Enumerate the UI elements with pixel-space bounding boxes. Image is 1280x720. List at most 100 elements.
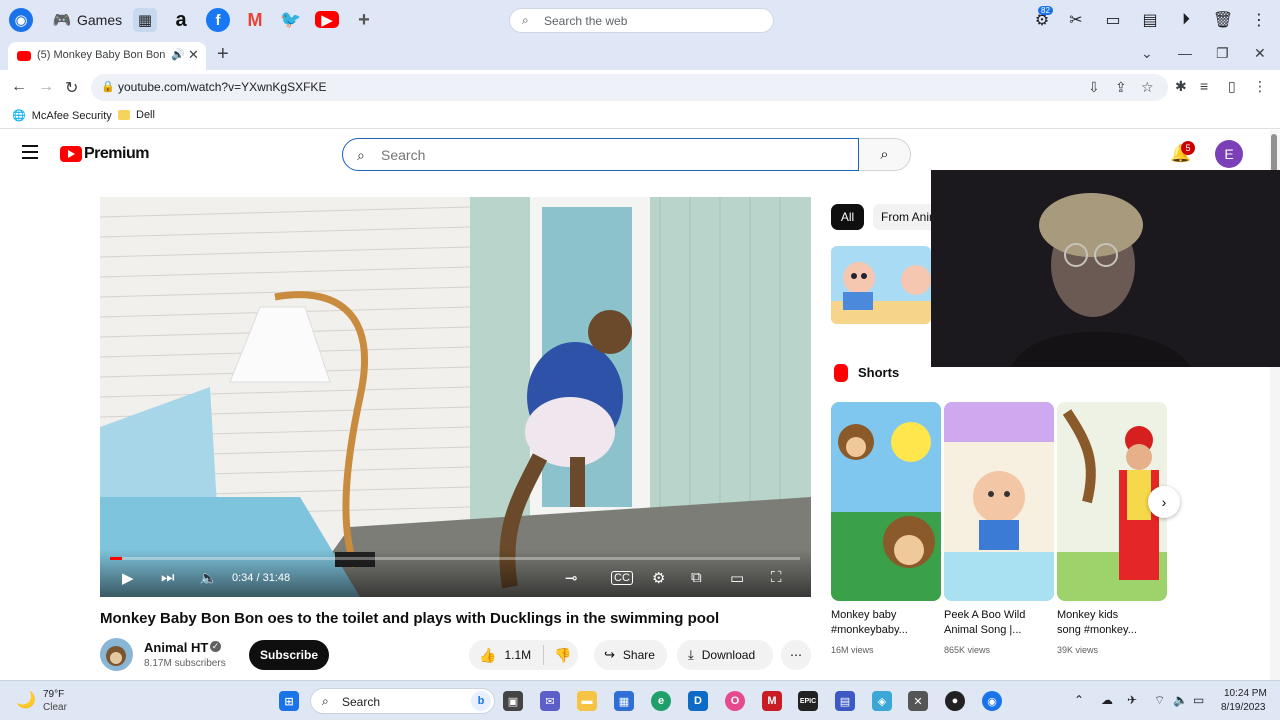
volume-icon[interactable]: 🔈 <box>199 569 218 587</box>
channel-avatar[interactable] <box>100 638 133 671</box>
subscribe-button[interactable]: Subscribe <box>249 640 329 670</box>
short-thumbnail-1[interactable] <box>831 402 941 601</box>
url-text[interactable]: youtube.com/watch?v=YXwnKgSXFKE <box>118 80 326 94</box>
like-count[interactable]: 1.1M <box>504 648 531 662</box>
short-title-1[interactable]: Monkey baby #monkeybaby... <box>831 608 941 638</box>
youtube-logo[interactable]: Premium <box>60 145 149 163</box>
add-shortcut-icon[interactable]: + <box>352 8 376 32</box>
clock-date[interactable]: 8/19/2023 <box>1221 702 1266 713</box>
like-icon[interactable]: 👍 <box>479 647 496 664</box>
active-app-icon[interactable]: ◉ <box>982 691 1002 711</box>
camera-icon[interactable]: ▭ <box>1102 9 1124 31</box>
side-panel-icon[interactable]: ▯ <box>1228 78 1236 95</box>
trash-icon[interactable]: 🗑 <box>1212 9 1234 31</box>
bookmark-mcafee[interactable]: 🌐 McAfee Security <box>12 109 112 123</box>
taskbar-search[interactable]: ⌕ Search <box>310 688 495 714</box>
lock-icon[interactable]: 🔒 <box>101 80 115 93</box>
epic-games-icon[interactable]: EPIC <box>798 691 818 711</box>
bookmark-dell[interactable]: Dell <box>118 109 155 121</box>
recommended-thumbnail[interactable] <box>831 246 931 324</box>
onedrive-cloud-icon[interactable]: ☁ <box>1101 693 1113 707</box>
mcafee-icon[interactable]: M <box>762 691 782 711</box>
media-control-icon[interactable]: ≡ <box>1200 78 1208 94</box>
facebook-icon[interactable]: f <box>206 8 230 32</box>
dell-icon[interactable]: D <box>688 691 708 711</box>
clock-time[interactable]: 10:24 PM <box>1224 688 1267 699</box>
scrollbar-thumb[interactable] <box>1271 134 1277 172</box>
language-icon[interactable]: ✈ <box>1127 693 1137 707</box>
avatar[interactable]: E <box>1215 140 1243 168</box>
install-app-icon[interactable]: ⇩ <box>1088 79 1100 96</box>
app-launcher-icon[interactable]: ◉ <box>9 8 33 32</box>
youtube-shortcut-icon[interactable]: ▶ <box>315 11 339 29</box>
hamburger-menu-icon[interactable] <box>22 145 38 159</box>
share-page-icon[interactable]: ⇪ <box>1115 79 1127 96</box>
reload-icon[interactable]: ↻ <box>65 78 78 98</box>
wifi-icon[interactable]: ⌔ <box>1154 693 1165 708</box>
address-bar[interactable]: 🔒 youtube.com/watch?v=YXwnKgSXFKE ⇩ ⇪ ☆ <box>91 74 1168 101</box>
extensions-icon[interactable]: ✱ <box>1175 78 1187 95</box>
opera-icon[interactable]: O <box>725 691 745 711</box>
games-controller-icon[interactable]: 🎮 <box>50 8 74 32</box>
browser-menu-icon[interactable]: ⋮ <box>1253 78 1267 95</box>
short-title-3[interactable]: Monkey kids song #monkey... <box>1057 608 1167 638</box>
channel-name[interactable]: Animal HT <box>144 640 208 655</box>
task-view-icon[interactable]: ▣ <box>503 691 523 711</box>
clipboard-icon[interactable]: ▤ <box>1139 9 1161 31</box>
minimize-icon[interactable]: — <box>1178 45 1192 61</box>
youtube-search-input[interactable] <box>381 144 841 166</box>
youtube-search-box[interactable]: ⌕ <box>342 138 859 171</box>
video-player[interactable]: ▶ ⏭ 🔈 0:34 / 31:48 ⊸ CC ⚙ ⧉ ▭ ⛶ <box>100 197 811 597</box>
gmail-icon[interactable]: M <box>243 8 267 32</box>
progress-bar[interactable] <box>110 557 800 560</box>
autoplay-toggle-icon[interactable]: ⊸ <box>565 569 578 587</box>
app-icon[interactable]: ▤ <box>835 691 855 711</box>
store-icon[interactable]: ▦ <box>614 691 634 711</box>
windows-start-icon[interactable]: ⊞ <box>279 691 299 711</box>
twitter-icon[interactable]: 🐦 <box>279 8 303 32</box>
more-actions-button[interactable]: ⋯ <box>781 640 811 670</box>
weather-temperature[interactable]: 79°F <box>43 689 64 700</box>
forward-icon[interactable]: → <box>38 78 54 96</box>
obs-icon[interactable]: ● <box>945 691 965 711</box>
games-label[interactable]: Games <box>77 12 122 28</box>
theater-mode-icon[interactable]: ▭ <box>730 569 744 587</box>
download-button[interactable]: ⤓ Download <box>677 640 773 670</box>
close-window-icon[interactable]: ✕ <box>1254 45 1266 62</box>
back-icon[interactable]: ← <box>11 78 27 96</box>
edge-icon[interactable]: e <box>651 691 671 711</box>
settings-gear-icon[interactable]: ⚙ <box>652 569 665 587</box>
more-vert-icon[interactable]: ⋮ <box>1248 9 1270 31</box>
capcut-icon[interactable]: ✕ <box>908 691 928 711</box>
next-video-icon[interactable]: ⏭ <box>161 569 175 586</box>
youtube-search-button[interactable]: ⌕ <box>859 138 911 171</box>
bing-icon[interactable]: b <box>471 691 491 711</box>
file-explorer-icon[interactable]: ▬ <box>577 691 597 711</box>
shorts-next-button[interactable]: › <box>1148 486 1180 518</box>
captions-icon[interactable]: CC <box>611 571 633 585</box>
tab-youtube[interactable]: (5) Monkey Baby Bon Bon oe 🔊 ✕ <box>8 42 206 70</box>
close-tab-icon[interactable]: ✕ <box>188 47 199 63</box>
play-icon[interactable]: ▶ <box>122 569 134 587</box>
window-app-icon[interactable]: ▦ <box>133 8 157 32</box>
play-circle-icon[interactable]: ⏵ <box>1175 9 1197 31</box>
bookmark-star-icon[interactable]: ☆ <box>1141 79 1154 96</box>
weather-condition[interactable]: Clear <box>43 702 67 713</box>
scissors-icon[interactable]: ✂ <box>1065 9 1087 31</box>
amazon-icon[interactable]: a <box>169 8 193 32</box>
show-hidden-icons-icon[interactable]: ⌃ <box>1074 693 1084 707</box>
audio-playing-icon[interactable]: 🔊 <box>171 48 185 61</box>
teams-chat-icon[interactable]: ✉ <box>540 691 560 711</box>
web-search-box[interactable]: ⌕ Search the web <box>509 8 774 33</box>
chip-all[interactable]: All <box>831 204 864 230</box>
dislike-icon[interactable]: 👎 <box>554 647 571 664</box>
short-title-2[interactable]: Peek A Boo Wild Animal Song |... <box>944 608 1054 638</box>
weather-moon-icon[interactable]: 🌙 <box>16 690 36 710</box>
fullscreen-icon[interactable]: ⛶ <box>771 569 782 586</box>
tab-search-icon[interactable]: ⌄ <box>1141 45 1153 62</box>
miniplayer-icon[interactable]: ⧉ <box>691 569 702 586</box>
short-thumbnail-2[interactable] <box>944 402 1054 601</box>
maximize-icon[interactable]: ❐ <box>1216 45 1229 62</box>
network-app-icon[interactable]: ◈ <box>872 691 892 711</box>
battery-icon[interactable]: ▭ <box>1193 693 1204 707</box>
